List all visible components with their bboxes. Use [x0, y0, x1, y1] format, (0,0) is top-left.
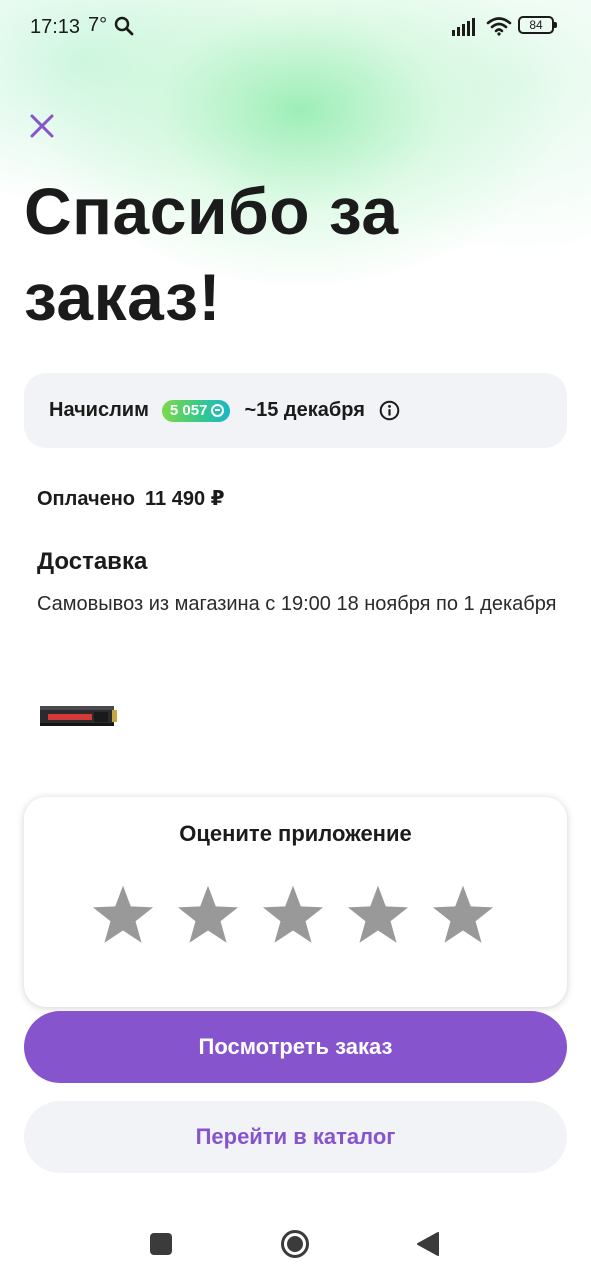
status-bar: 17:13 7° 84	[0, 0, 591, 52]
info-icon[interactable]	[379, 400, 400, 421]
system-navigation-bar	[0, 1210, 591, 1280]
rating-stars	[90, 883, 496, 949]
bonus-badge: 5 057	[161, 399, 231, 422]
star-icon[interactable]	[90, 883, 156, 949]
bonus-card: Начислим 5 057 ~15 декабря	[24, 373, 567, 448]
product-thumbnail[interactable]	[38, 702, 118, 730]
star-icon[interactable]	[175, 883, 241, 949]
payment-row: Оплачено 11 490 ₽	[37, 486, 225, 511]
star-icon[interactable]	[430, 883, 496, 949]
bonus-coin-icon	[211, 404, 225, 417]
delivery-text: Самовывоз из магазина с 19:00 18 ноября …	[37, 593, 557, 615]
battery-icon: 84	[518, 16, 557, 34]
go-to-catalog-button[interactable]: Перейти в каталог	[24, 1101, 567, 1173]
rate-app-title: Оцените приложение	[179, 821, 412, 846]
bonus-label: Начислим	[49, 399, 149, 421]
payment-amount: 11 490 ₽	[145, 488, 225, 510]
signal-icon	[452, 18, 475, 36]
delivery-heading: Доставка	[37, 548, 148, 575]
page-title: Спасибо за заказ!	[24, 174, 399, 334]
star-icon[interactable]	[260, 883, 326, 949]
wifi-icon	[486, 17, 512, 36]
close-icon[interactable]	[26, 110, 58, 142]
home-icon[interactable]	[280, 1229, 310, 1259]
status-time: 17:13	[30, 16, 81, 38]
status-temperature: 7°	[88, 14, 108, 36]
view-order-button[interactable]: Посмотреть заказ	[24, 1011, 567, 1083]
back-icon[interactable]	[416, 1231, 440, 1257]
payment-label: Оплачено	[37, 488, 135, 510]
star-icon[interactable]	[345, 883, 411, 949]
search-icon	[114, 16, 134, 36]
recent-apps-icon[interactable]	[150, 1233, 172, 1255]
bonus-amount: 5 057	[169, 402, 208, 419]
rate-app-card: Оцените приложение	[24, 797, 567, 1007]
bonus-date: ~15 декабря	[244, 399, 365, 421]
